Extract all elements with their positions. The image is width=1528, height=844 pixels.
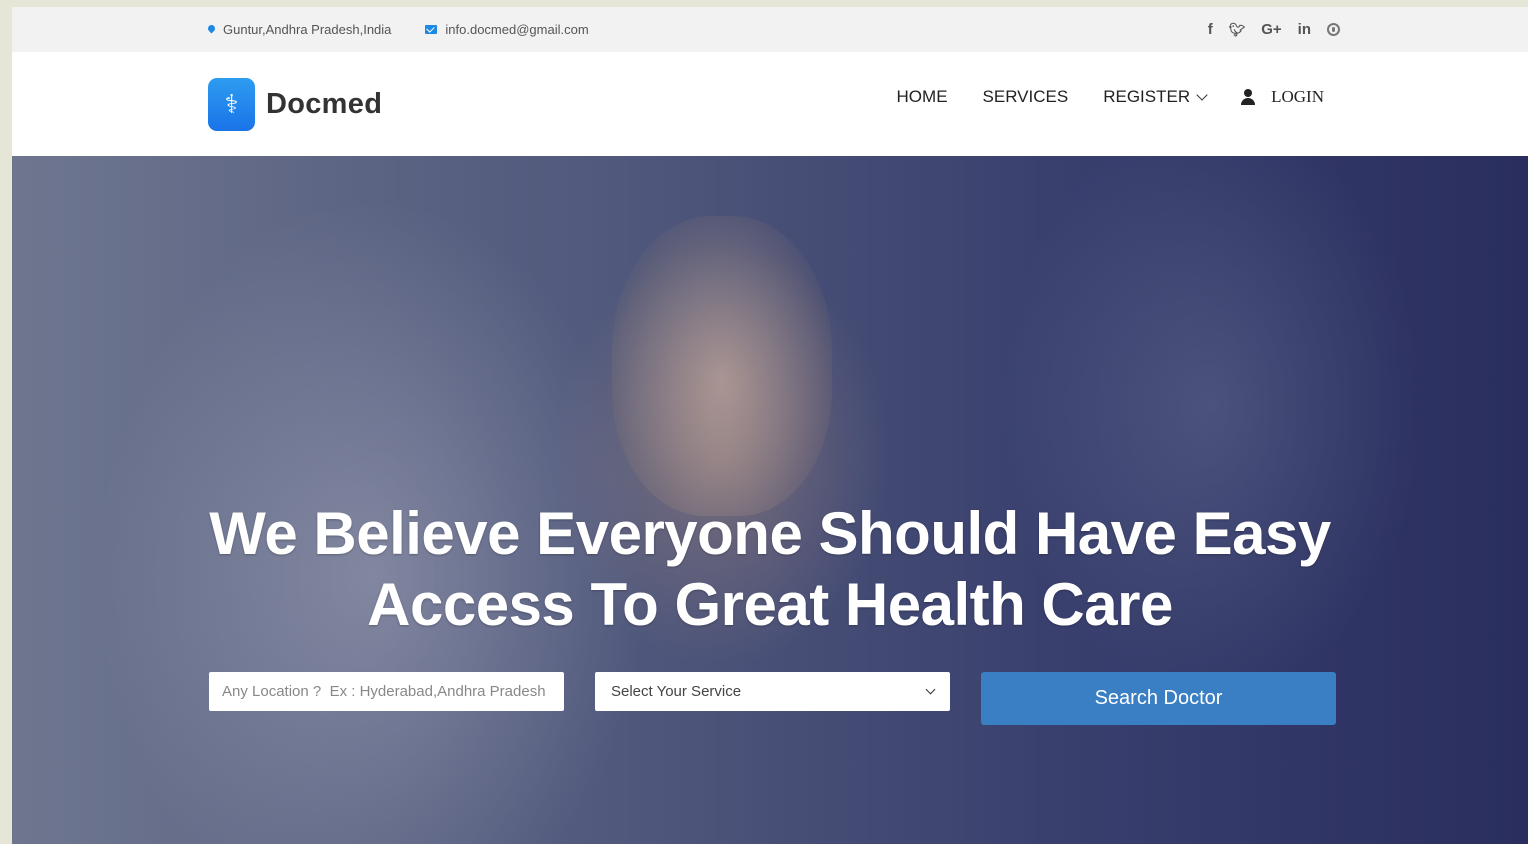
caduceus-icon: ⚕ bbox=[208, 78, 255, 131]
location-input[interactable] bbox=[209, 672, 564, 711]
facebook-icon[interactable]: f bbox=[1208, 21, 1213, 38]
nav-services[interactable]: SERVICES bbox=[983, 87, 1069, 107]
nav-login[interactable]: LOGIN bbox=[1241, 87, 1324, 107]
brand-name: Docmed bbox=[266, 88, 383, 120]
location-text: Guntur,Andhra Pradesh,India bbox=[223, 22, 392, 37]
hero-banner: We Believe Everyone Should Have Easy Acc… bbox=[12, 156, 1528, 844]
linkedin-icon[interactable]: in bbox=[1298, 21, 1311, 38]
email-text[interactable]: info.docmed@gmail.com bbox=[445, 22, 588, 37]
nav-register[interactable]: REGISTER bbox=[1103, 87, 1208, 107]
contact-info: Guntur,Andhra Pradesh,India info.docmed@… bbox=[208, 7, 589, 52]
nav-home-label: HOME bbox=[896, 87, 948, 106]
google-plus-icon[interactable]: G+ bbox=[1261, 21, 1281, 38]
pinterest-icon[interactable] bbox=[1327, 23, 1340, 36]
email-info[interactable]: info.docmed@gmail.com bbox=[425, 22, 589, 37]
search-doctor-button[interactable]: Search Doctor bbox=[981, 672, 1336, 725]
social-links: f 🐦︎ G+ in bbox=[1208, 7, 1340, 52]
twitter-icon[interactable]: 🐦︎ bbox=[1229, 22, 1246, 38]
hero-headline: We Believe Everyone Should Have Easy Acc… bbox=[12, 498, 1528, 640]
brand-logo[interactable]: ⚕ Docmed bbox=[208, 78, 382, 131]
nav-services-label: SERVICES bbox=[982, 87, 1069, 106]
envelope-icon bbox=[425, 25, 438, 34]
top-info-bar: Guntur,Andhra Pradesh,India info.docmed@… bbox=[12, 7, 1528, 52]
hero-content: We Believe Everyone Should Have Easy Acc… bbox=[12, 156, 1528, 844]
chevron-down-icon bbox=[925, 684, 936, 694]
main-nav: HOME SERVICES REGISTER LOGIN bbox=[897, 87, 1324, 107]
service-select-value: Select Your Service bbox=[611, 683, 742, 700]
nav-home[interactable]: HOME bbox=[897, 87, 948, 107]
chevron-down-icon bbox=[1196, 88, 1208, 101]
nav-register-label: REGISTER bbox=[1103, 87, 1191, 106]
doctor-search-form: Select Your Service Search Doctor bbox=[209, 672, 1336, 726]
page-frame: Guntur,Andhra Pradesh,India info.docmed@… bbox=[12, 7, 1528, 844]
location-pin-icon bbox=[208, 25, 215, 35]
site-header: ⚕ Docmed HOME SERVICES REGISTER LOGIN bbox=[12, 52, 1528, 156]
nav-login-label: LOGIN bbox=[1271, 87, 1324, 106]
service-select[interactable]: Select Your Service bbox=[595, 672, 950, 711]
headline-line-1: We Believe Everyone Should Have Easy bbox=[209, 500, 1331, 567]
user-icon bbox=[1241, 89, 1256, 105]
headline-line-2: Access To Great Health Care bbox=[367, 571, 1173, 638]
location-info: Guntur,Andhra Pradesh,India bbox=[208, 22, 391, 37]
